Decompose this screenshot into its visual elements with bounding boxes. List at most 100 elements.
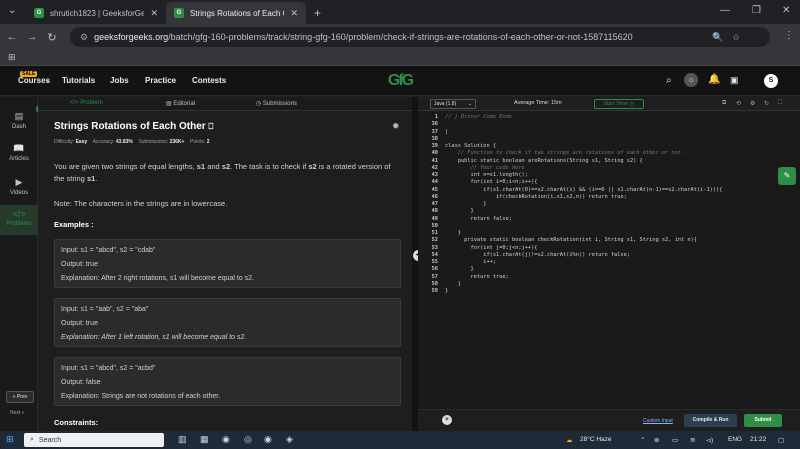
sidebar-label: Videos <box>9 190 29 196</box>
code-line: public static boolean areRotations(Strin… <box>445 157 643 164</box>
statement-text: . The task is to check if <box>230 162 307 171</box>
compile-run-button[interactable]: Compile & Run <box>684 414 737 427</box>
code-line: } <box>445 288 449 294</box>
logo-text: GfG <box>387 72 414 89</box>
next-button[interactable]: Next » <box>10 410 24 416</box>
sidebar-item-dash[interactable]: ▤ Dash <box>0 111 38 130</box>
reload-icon[interactable]: ↻ <box>42 31 62 44</box>
language-select[interactable]: Java (1.8) ⌄ <box>430 99 476 109</box>
weather-icon: ☁ <box>566 437 573 444</box>
menu-jobs[interactable]: Jobs <box>110 76 129 85</box>
chrome-active-icon[interactable]: ◉ <box>264 434 272 445</box>
bell-icon[interactable]: 🔔 <box>708 74 720 85</box>
code-line: if(checkRotation(i,s1,s2,n)) return true… <box>445 193 627 200</box>
zoom-icon[interactable]: 🔍 <box>712 32 723 43</box>
tab-editorial[interactable]: ▤ Editorial <box>166 100 195 107</box>
code-line: int n=s1.length(); <box>445 172 528 178</box>
line-number: 53 <box>431 244 438 251</box>
taskbar-search[interactable]: ⌕ Search <box>24 433 164 447</box>
tab-problem[interactable]: </> Problem <box>70 100 103 106</box>
code-line: } <box>445 230 461 236</box>
code-area[interactable]: 1 // } Driver Code Ends 36 37 | 38 39 class Sol… <box>418 113 800 403</box>
bug-icon[interactable]: ✹ <box>392 121 400 132</box>
site-info-icon[interactable]: ⚙ <box>80 32 88 43</box>
gfg-logo[interactable]: GfG <box>385 72 415 90</box>
restore-icon[interactable]: ❐ <box>752 5 761 16</box>
back-icon[interactable]: ← <box>2 31 22 43</box>
close-window-icon[interactable]: ✕ <box>782 5 790 16</box>
start-timer-button[interactable]: Start Timer ◷ <box>594 99 644 109</box>
line-number: 56 <box>431 266 438 273</box>
messages-icon[interactable]: ▣ <box>730 75 739 86</box>
clock[interactable]: 21:22 <box>750 436 766 443</box>
tab-label: Editorial <box>173 101 196 107</box>
tray-chevron-icon[interactable]: ⌃ <box>640 436 645 444</box>
url-field[interactable]: ⚙ geeksforgeeks.org/batch/gfg-160-proble… <box>70 27 770 47</box>
weather-text[interactable]: 28°C Haze <box>580 436 612 443</box>
statement-text: You are given two strings of equal lengt… <box>54 162 195 171</box>
code-line: private static boolean checkRotation(int… <box>445 237 697 244</box>
network-icon[interactable]: ⊛ <box>654 436 659 444</box>
close-tab-icon[interactable]: ✕ <box>150 8 158 19</box>
browser-tab-profile[interactable]: G shrutich1823 | GeeksforGeeks P ✕ <box>26 2 166 24</box>
line-number: 39 <box>431 143 438 149</box>
book-icon: 📖 <box>13 143 25 153</box>
tab-submissions[interactable]: ◷ Submissions <box>256 100 297 107</box>
app-icon[interactable]: ◈ <box>286 434 293 445</box>
refresh-icon[interactable]: ↻ <box>764 100 769 107</box>
edge-icon[interactable]: ◉ <box>222 434 230 445</box>
bookmark-star-icon[interactable]: ☆ <box>732 32 740 43</box>
custom-input-link[interactable]: Custom Input <box>643 418 673 424</box>
fullscreen-icon[interactable]: ⛶ <box>778 100 782 107</box>
language-indicator[interactable]: ENG <box>728 436 742 443</box>
new-tab-button[interactable]: + <box>314 6 321 20</box>
forward-icon[interactable]: → <box>22 31 42 43</box>
line-number: 37 <box>431 128 438 135</box>
copy-icon[interactable]: ⧉ <box>722 100 726 107</box>
bookmark-icon[interactable]: ⎕ <box>208 122 213 131</box>
menu-contests[interactable]: Contests <box>192 76 226 85</box>
wifi-icon[interactable]: ≋ <box>690 436 695 444</box>
sidebar-item-articles[interactable]: 📖 Articles <box>0 143 38 162</box>
apps-grid-icon[interactable]: ⊞ <box>8 52 16 63</box>
settings-icon[interactable]: ⚙ <box>750 100 755 107</box>
sidebar-label: Dash <box>11 124 26 130</box>
battery-icon[interactable]: ▭ <box>672 436 678 444</box>
code-line: // } Driver Code Ends <box>445 114 512 120</box>
editor-footer: ☀ Custom Input Compile & Run Submit <box>418 409 800 431</box>
browser-tab-problem[interactable]: G Strings Rotations of Each Other ✕ <box>166 2 306 24</box>
code-line: if(s1.charAt(0)==s2.charAt(i) && (i==0 |… <box>445 186 723 193</box>
chevron-down-icon: ⌄ <box>467 101 472 107</box>
windows-start-icon[interactable]: ⊞ <box>6 434 14 445</box>
tab-search-icon[interactable]: ⌄ <box>8 5 16 16</box>
store-icon[interactable]: ▦ <box>200 434 209 445</box>
chat-icon[interactable]: ✎ <box>778 167 796 185</box>
browser-menu-icon[interactable]: ⋮ <box>784 30 794 41</box>
submissions-label: Submissions: <box>138 139 169 145</box>
code-line: i++; <box>445 259 497 265</box>
avatar[interactable]: S <box>764 74 778 88</box>
reset-icon[interactable]: ⟲ <box>736 100 741 107</box>
constraints-heading: Constraints: <box>54 418 99 427</box>
submit-button[interactable]: Submit <box>744 414 782 427</box>
search-icon[interactable]: ⌕ <box>666 75 672 86</box>
line-number: 52 <box>431 237 438 244</box>
task-view-icon[interactable]: ▥ <box>178 434 187 445</box>
chrome-icon[interactable]: ◎ <box>244 434 252 445</box>
notifications-icon[interactable]: ▢ <box>778 436 784 444</box>
menu-practice[interactable]: Practice <box>145 76 176 85</box>
minimize-icon[interactable]: — <box>720 5 730 16</box>
line-number: 58 <box>431 280 438 287</box>
code-line: } <box>445 280 461 287</box>
theme-toggle-icon[interactable]: ☼ <box>684 73 698 87</box>
close-tab-icon[interactable]: ✕ <box>290 8 298 19</box>
prev-button[interactable]: « Prev <box>6 391 34 403</box>
sidebar-item-problems[interactable]: </> Problems <box>0 205 38 235</box>
menu-tutorials[interactable]: Tutorials <box>62 76 95 85</box>
sidebar-label: Articles <box>9 156 29 162</box>
theme-icon[interactable]: ☀ <box>442 415 452 425</box>
code-line: } <box>445 266 474 273</box>
line-number: 44 <box>431 179 438 186</box>
sidebar-item-videos[interactable]: ▶ Videos <box>0 177 38 196</box>
volume-icon[interactable]: ◅) <box>706 436 713 444</box>
